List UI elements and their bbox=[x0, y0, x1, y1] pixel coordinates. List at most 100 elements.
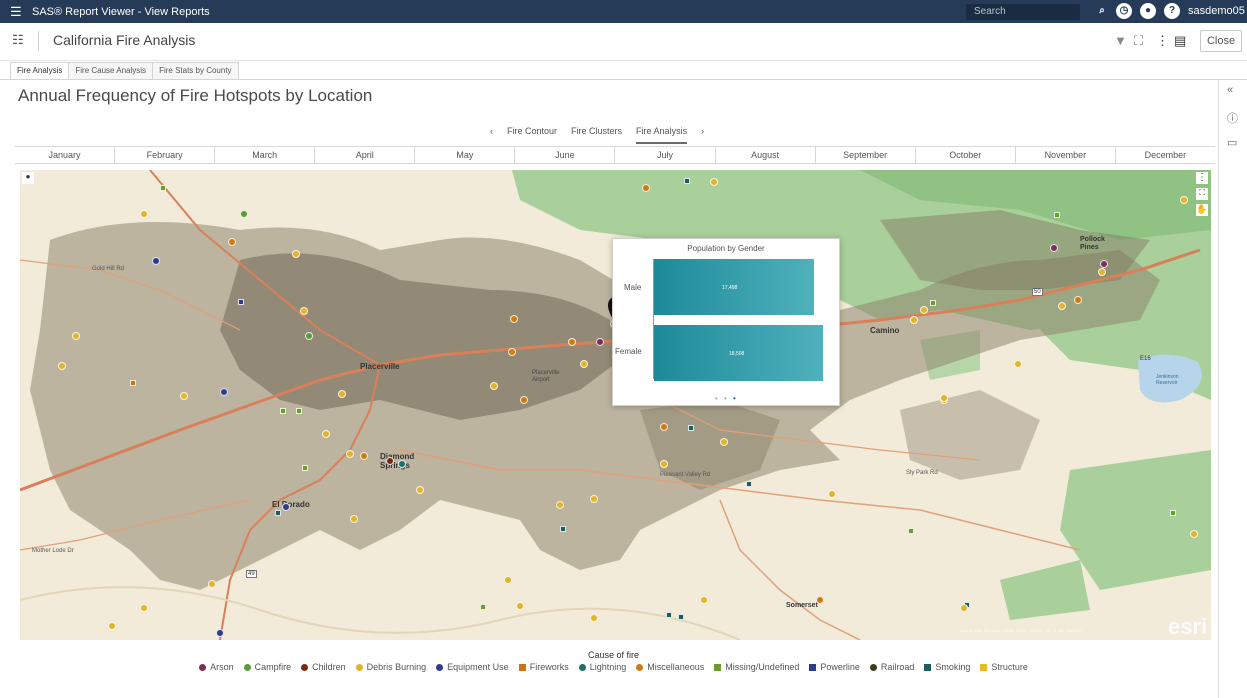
fire-hotspot-marker[interactable] bbox=[300, 307, 308, 315]
user-menu[interactable]: sasdemo05 bbox=[1188, 5, 1245, 17]
fire-hotspot-marker[interactable] bbox=[296, 408, 302, 414]
month-march[interactable]: March bbox=[215, 147, 316, 163]
fire-hotspot-marker[interactable] bbox=[280, 408, 286, 414]
nav-fire-contour[interactable]: Fire Contour bbox=[507, 126, 557, 144]
fire-hotspot-marker[interactable] bbox=[386, 457, 394, 465]
fire-hotspot-marker[interactable] bbox=[688, 425, 694, 431]
month-november[interactable]: November bbox=[1016, 147, 1116, 163]
fire-hotspot-marker[interactable] bbox=[302, 465, 308, 471]
legend-item[interactable]: Equipment Use bbox=[436, 662, 509, 672]
fire-hotspot-marker[interactable] bbox=[746, 481, 752, 487]
fire-hotspot-marker[interactable] bbox=[660, 423, 668, 431]
prev-arrow-icon[interactable]: ‹ bbox=[490, 126, 493, 144]
fire-hotspot-marker[interactable] bbox=[1014, 360, 1022, 368]
comment-icon[interactable]: ▭ bbox=[1227, 136, 1237, 149]
fire-hotspot-marker[interactable] bbox=[275, 510, 281, 516]
fire-hotspot-marker[interactable] bbox=[322, 430, 330, 438]
fire-hotspot-marker[interactable] bbox=[520, 396, 528, 404]
nav-fire-clusters[interactable]: Fire Clusters bbox=[571, 126, 622, 144]
fire-hotspot-marker[interactable] bbox=[152, 257, 160, 265]
month-january[interactable]: January bbox=[15, 147, 116, 163]
popup-pager[interactable]: • • • bbox=[715, 394, 738, 403]
legend-item[interactable]: Smoking bbox=[924, 662, 970, 672]
notifications-icon[interactable]: ● bbox=[1140, 3, 1156, 19]
fire-hotspot-marker[interactable] bbox=[828, 490, 836, 498]
fire-hotspot-marker[interactable] bbox=[160, 185, 166, 191]
month-june[interactable]: June bbox=[515, 147, 616, 163]
fire-hotspot-marker[interactable] bbox=[240, 210, 248, 218]
fire-hotspot-marker[interactable] bbox=[216, 629, 224, 637]
fire-hotspot-marker[interactable] bbox=[1058, 302, 1066, 310]
legend-item[interactable]: Structure bbox=[980, 662, 1028, 672]
map-pan-icon[interactable]: ✋ bbox=[1196, 204, 1208, 216]
fire-hotspot-marker[interactable] bbox=[816, 596, 824, 604]
fire-hotspot-marker[interactable] bbox=[678, 614, 684, 620]
fire-hotspot-marker[interactable] bbox=[1190, 530, 1198, 538]
fire-hotspot-marker[interactable] bbox=[180, 392, 188, 400]
filter-icon[interactable]: ▼ bbox=[1114, 33, 1127, 48]
fire-hotspot-marker[interactable] bbox=[516, 602, 524, 610]
fire-hotspot-marker[interactable] bbox=[560, 526, 566, 532]
fire-hotspot-marker[interactable] bbox=[596, 338, 604, 346]
month-april[interactable]: April bbox=[315, 147, 416, 163]
month-february[interactable]: February bbox=[115, 147, 216, 163]
fire-hotspot-marker[interactable] bbox=[920, 306, 928, 314]
fire-hotspot-marker[interactable] bbox=[140, 210, 148, 218]
fire-hotspot-marker[interactable] bbox=[660, 460, 668, 468]
maximize-icon[interactable]: ⛶ bbox=[1134, 33, 1143, 49]
next-arrow-icon[interactable]: › bbox=[701, 126, 704, 144]
fire-hotspot-marker[interactable] bbox=[1098, 268, 1106, 276]
fire-hotspot-marker[interactable] bbox=[908, 528, 914, 534]
fire-hotspot-marker[interactable] bbox=[238, 299, 244, 305]
search-input[interactable]: Search bbox=[966, 4, 1080, 20]
fire-hotspot-marker[interactable] bbox=[590, 495, 598, 503]
fire-hotspot-marker[interactable] bbox=[416, 486, 424, 494]
month-august[interactable]: August bbox=[716, 147, 816, 163]
fire-hotspot-marker[interactable] bbox=[666, 612, 672, 618]
legend-item[interactable]: Powerline bbox=[809, 662, 860, 672]
month-july[interactable]: July bbox=[615, 147, 716, 163]
fire-hotspot-marker[interactable] bbox=[480, 604, 486, 610]
fire-hotspot-marker[interactable] bbox=[556, 501, 564, 509]
close-button[interactable]: Close bbox=[1200, 30, 1242, 52]
month-october[interactable]: October bbox=[916, 147, 1016, 163]
fire-hotspot-marker[interactable] bbox=[140, 604, 148, 612]
fire-hotspot-marker[interactable] bbox=[338, 390, 346, 398]
hamburger-menu-icon[interactable]: ☰ bbox=[10, 4, 28, 20]
month-may[interactable]: May bbox=[415, 147, 516, 163]
population-popup[interactable]: Population by Gender Male Female 17,498 … bbox=[612, 238, 840, 406]
fire-hotspot-marker[interactable] bbox=[398, 460, 406, 468]
search-icon[interactable]: ⌕ bbox=[1094, 3, 1110, 19]
report-info-icon[interactable]: ▤ bbox=[1174, 33, 1186, 49]
tab-fire-cause-analysis[interactable]: Fire Cause Analysis bbox=[68, 62, 154, 80]
map-expand-icon[interactable]: ⛶ bbox=[1196, 188, 1208, 200]
map-pin-tool-icon[interactable]: ● bbox=[22, 172, 34, 184]
fire-hotspot-marker[interactable] bbox=[208, 580, 216, 588]
fire-hotspot-marker[interactable] bbox=[568, 338, 576, 346]
fire-hotspot-marker[interactable] bbox=[700, 596, 708, 604]
fire-hotspot-marker[interactable] bbox=[590, 614, 598, 622]
fire-hotspot-marker[interactable] bbox=[940, 394, 948, 402]
info-icon[interactable]: ⓘ bbox=[1227, 110, 1238, 126]
fire-hotspot-marker[interactable] bbox=[910, 316, 918, 324]
legend-item[interactable]: Fireworks bbox=[518, 662, 569, 672]
fire-hotspot-marker[interactable] bbox=[1074, 296, 1082, 304]
fire-hotspot-marker[interactable] bbox=[1170, 510, 1176, 516]
fire-hotspot-marker[interactable] bbox=[580, 360, 588, 368]
collapse-icon[interactable]: « bbox=[1227, 84, 1233, 96]
legend-item[interactable]: Children bbox=[301, 662, 346, 672]
more-options-icon[interactable]: ⋮ bbox=[1156, 33, 1169, 49]
fire-hotspot-marker[interactable] bbox=[504, 576, 512, 584]
month-december[interactable]: December bbox=[1116, 147, 1215, 163]
fire-hotspot-marker[interactable] bbox=[710, 178, 718, 186]
month-september[interactable]: September bbox=[816, 147, 916, 163]
fire-hotspot-marker[interactable] bbox=[305, 332, 313, 340]
fire-hotspot-marker[interactable] bbox=[350, 515, 358, 523]
legend-item[interactable]: Arson bbox=[199, 662, 234, 672]
fire-hotspot-marker[interactable] bbox=[930, 300, 936, 306]
legend-item[interactable]: Lightning bbox=[578, 662, 626, 672]
fire-hotspot-marker[interactable] bbox=[1100, 260, 1108, 268]
fire-hotspot-marker[interactable] bbox=[346, 450, 354, 458]
recent-icon[interactable]: ◷ bbox=[1116, 3, 1132, 19]
nav-fire-analysis[interactable]: Fire Analysis bbox=[636, 126, 688, 144]
